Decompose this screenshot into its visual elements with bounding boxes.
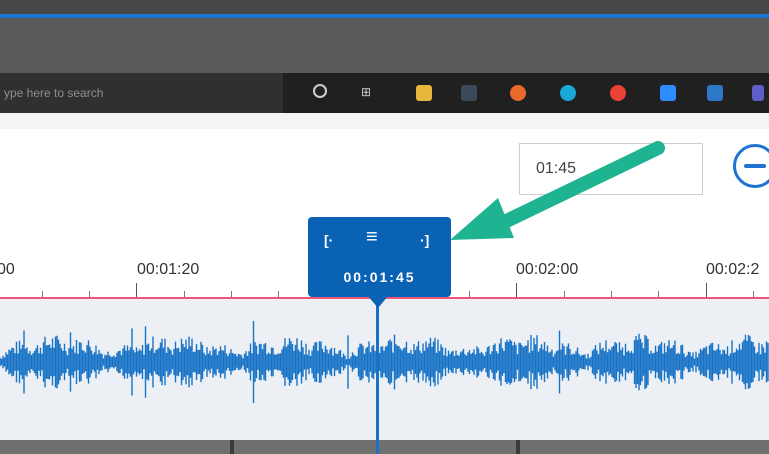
mark-out-icon[interactable]: ·] bbox=[420, 231, 429, 249]
window-background bbox=[0, 18, 769, 73]
playhead-pointer bbox=[368, 296, 388, 308]
video-thumbnail bbox=[0, 440, 230, 454]
audio-waveform[interactable] bbox=[0, 299, 769, 440]
tick-label: 00:01:20 bbox=[137, 261, 200, 278]
playhead-line[interactable] bbox=[376, 298, 379, 454]
video-thumbnails-strip[interactable] bbox=[0, 440, 769, 454]
playhead-time: 00:01:45 bbox=[343, 269, 416, 285]
video-thumbnail bbox=[520, 440, 769, 454]
tick-mark bbox=[136, 283, 137, 297]
waveform-graphic bbox=[0, 321, 769, 403]
chrome-icon[interactable] bbox=[610, 85, 626, 101]
app-top-gap bbox=[0, 113, 769, 129]
tick-label: 00 bbox=[0, 261, 15, 278]
minus-circle-icon bbox=[744, 164, 766, 168]
tick-label: 00:02:2 bbox=[706, 261, 760, 278]
menu-icon[interactable]: ≡ bbox=[366, 227, 378, 247]
file-explorer-icon[interactable] bbox=[416, 85, 432, 101]
tick-mark bbox=[706, 283, 707, 297]
taskbar-search-input[interactable]: ype here to search bbox=[0, 73, 283, 113]
video-thumbnail bbox=[234, 440, 516, 454]
tick-label: 00:02:00 bbox=[516, 261, 579, 278]
tick-mark bbox=[516, 283, 517, 297]
mark-in-icon[interactable]: [· bbox=[324, 231, 333, 249]
waveform-path bbox=[0, 321, 769, 403]
annotation-arrow-icon bbox=[450, 141, 665, 240]
remote-desktop-icon[interactable] bbox=[707, 85, 723, 101]
firefox-icon[interactable] bbox=[510, 85, 526, 101]
teams-icon[interactable] bbox=[752, 85, 764, 101]
edge-icon[interactable] bbox=[560, 85, 576, 101]
zoom-icon[interactable] bbox=[660, 85, 676, 101]
taskbar: ype here to search ⊞ bbox=[0, 73, 769, 113]
cortana-icon[interactable] bbox=[313, 84, 327, 98]
task-view-icon[interactable]: ⊞ bbox=[358, 84, 374, 100]
zoom-out-button[interactable] bbox=[733, 144, 769, 188]
calculator-icon[interactable] bbox=[461, 85, 477, 101]
playhead-badge[interactable]: [· ≡ ·] 00:01:45 bbox=[308, 217, 451, 297]
